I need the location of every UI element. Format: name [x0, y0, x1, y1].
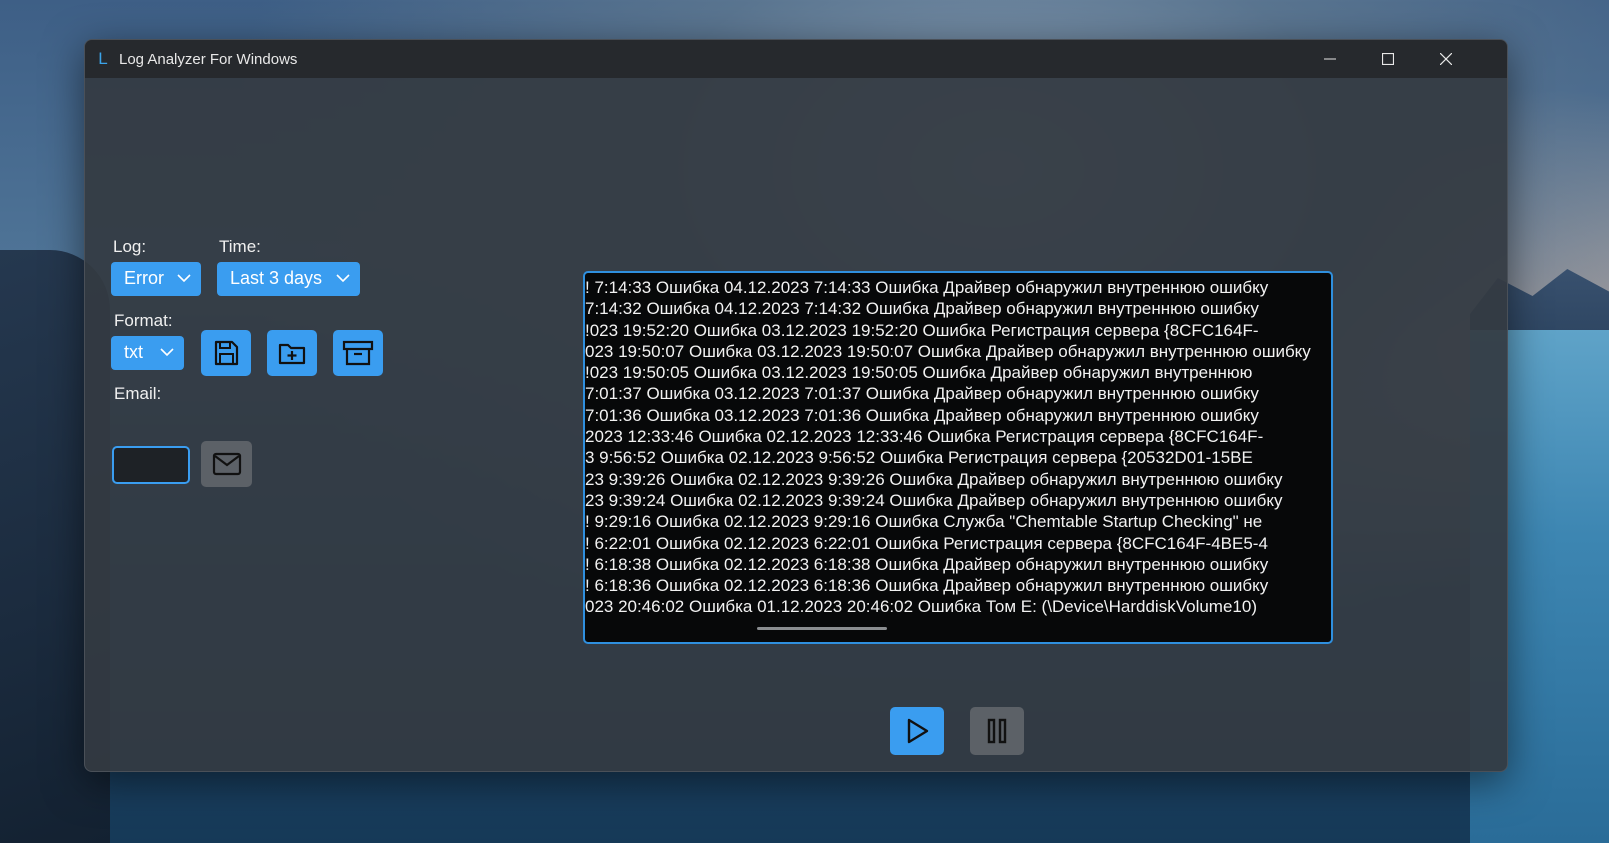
log-type-value: Error: [124, 268, 164, 288]
time-range-value: Last 3 days: [230, 268, 323, 288]
save-button[interactable]: [201, 330, 251, 376]
app-window: L Log Analyzer For Windows Log: Time: Er…: [84, 39, 1508, 772]
main-content: Log: Time: Error Last 3 days Format: txt: [85, 78, 1507, 771]
pause-button[interactable]: [970, 707, 1024, 755]
chevron-down-icon: [160, 348, 174, 357]
maximize-icon: [1382, 53, 1394, 65]
open-folder-button[interactable]: [267, 330, 317, 376]
save-icon: [214, 340, 239, 366]
log-line: ! 6:22:01 Ошибка 02.12.2023 6:22:01 Ошиб…: [585, 533, 1268, 553]
minimize-icon: [1324, 58, 1336, 60]
horizontal-scrollbar[interactable]: [757, 627, 887, 630]
log-line: 7:01:37 Ошибка 03.12.2023 7:01:37 Ошибка…: [585, 384, 1259, 404]
email-field[interactable]: [112, 446, 190, 484]
log-line: ! 9:29:16 Ошибка 02.12.2023 9:29:16 Ошиб…: [585, 512, 1263, 532]
email-label: Email:: [114, 384, 162, 403]
log-line: 023 20:46:02 Ошибка 01.12.2023 20:46:02 …: [585, 597, 1257, 617]
title-bar[interactable]: L Log Analyzer For Windows: [85, 40, 1507, 78]
format-dropdown[interactable]: txt: [111, 336, 184, 370]
log-line: ! 6:18:36 Ошибка 02.12.2023 6:18:36 Ошиб…: [585, 576, 1269, 596]
archive-button[interactable]: [333, 330, 383, 376]
maximize-button[interactable]: [1359, 40, 1417, 78]
log-line: !023 19:50:05 Ошибка 03.12.2023 19:50:05…: [585, 363, 1253, 383]
log-line: 3 9:56:52 Ошибка 02.12.2023 9:56:52 Ошиб…: [585, 448, 1253, 468]
log-line: 7:14:32 Ошибка 04.12.2023 7:14:32 Ошибка…: [585, 299, 1259, 319]
log-line: !023 19:52:20 Ошибка 03.12.2023 19:52:20…: [585, 320, 1259, 340]
close-icon: [1440, 53, 1452, 65]
format-value: txt: [124, 342, 144, 362]
chevron-down-icon: [177, 274, 191, 283]
folder-add-icon: [278, 343, 306, 365]
archive-icon: [342, 340, 374, 366]
log-line: 23 9:39:26 Ошибка 02.12.2023 9:39:26 Оши…: [585, 469, 1283, 489]
log-line: ! 7:14:33 Ошибка 04.12.2023 7:14:33 Ошиб…: [585, 278, 1269, 297]
log-type-dropdown[interactable]: Error: [111, 262, 201, 296]
log-lines: ! 7:14:33 Ошибка 04.12.2023 7:14:33 Ошиб…: [585, 277, 1324, 617]
log-line: 2023 12:33:46 Ошибка 02.12.2023 12:33:46…: [585, 427, 1264, 447]
window-title: Log Analyzer For Windows: [119, 51, 298, 68]
minimize-button[interactable]: [1301, 40, 1359, 78]
play-icon: [907, 718, 929, 744]
chevron-down-icon: [336, 274, 350, 283]
pause-icon: [987, 718, 1007, 744]
close-button[interactable]: [1417, 40, 1475, 78]
log-line: 7:01:36 Ошибка 03.12.2023 7:01:36 Ошибка…: [585, 405, 1259, 425]
log-line: 23 9:39:24 Ошибка 02.12.2023 9:39:24 Оши…: [585, 490, 1283, 510]
mail-icon: [212, 452, 241, 476]
send-email-button[interactable]: [201, 441, 252, 487]
log-line: ! 6:18:38 Ошибка 02.12.2023 6:18:38 Ошиб…: [585, 554, 1269, 574]
log-line: 023 19:50:07 Ошибка 03.12.2023 19:50:07 …: [585, 341, 1311, 361]
start-button[interactable]: [890, 707, 944, 755]
format-label: Format:: [114, 311, 173, 330]
time-range-dropdown[interactable]: Last 3 days: [217, 262, 360, 296]
time-label: Time:: [219, 237, 261, 256]
log-analyzer-app-icon: L: [98, 49, 108, 68]
log-output-panel[interactable]: ! 7:14:33 Ошибка 04.12.2023 7:14:33 Ошиб…: [583, 271, 1333, 644]
log-label: Log:: [113, 237, 147, 256]
